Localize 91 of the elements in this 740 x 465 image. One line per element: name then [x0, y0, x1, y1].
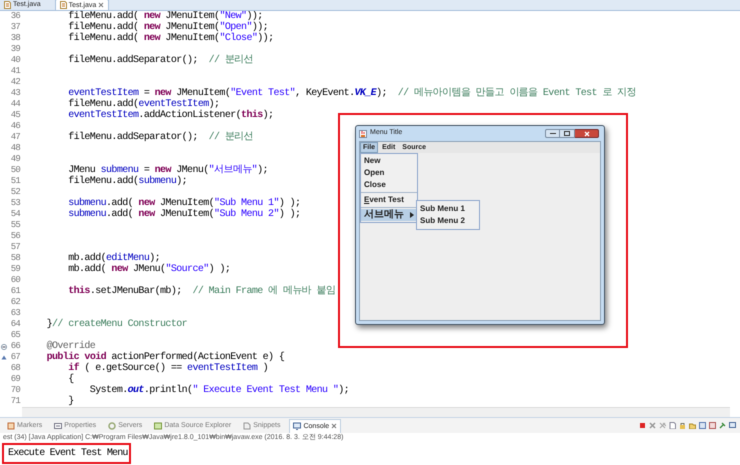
java-file-icon	[4, 0, 11, 8]
remove-icon[interactable]	[649, 422, 656, 429]
line-number: 71	[10, 394, 20, 407]
monitor-icon	[293, 422, 302, 430]
menu-item[interactable]: Sub Menu 2	[417, 215, 479, 227]
maximize-button[interactable]	[560, 129, 575, 138]
code-line: eventTestItem = new JMenuItem("Event Test", KeyEvent.VK_E); // 메뉴아이템을 만들고 이름을 Event Test 로 지정	[67, 88, 636, 99]
code-line: submenu.add( new JMenuItem("Sub Menu 2") );	[67, 209, 300, 220]
submenu-item[interactable]: 서브메뉴	[361, 209, 417, 221]
code-line: }// createMenu Constructor	[46, 319, 188, 330]
line-number: 51	[10, 174, 20, 188]
line-number: 36	[10, 11, 20, 23]
line-number: 56	[10, 230, 20, 243]
code-line: }	[67, 396, 74, 407]
properties-icon	[54, 422, 62, 430]
line-number: 39	[10, 42, 20, 56]
code-line: fileMenu.add(submenu);	[67, 176, 188, 187]
horizontal-scrollbar[interactable]	[22, 407, 730, 417]
close-icon[interactable]	[98, 2, 104, 8]
line-number: 50	[10, 164, 20, 177]
line-number: 68	[10, 362, 20, 375]
line-number: 45	[10, 108, 20, 122]
folder-icon[interactable]	[689, 422, 696, 429]
line-number: 44	[10, 98, 20, 111]
line-number: 47	[10, 130, 20, 144]
code-line: fileMenu.add( new JMenuItem("New"));	[67, 11, 263, 22]
lock-icon[interactable]	[679, 422, 686, 429]
line-number: 64	[10, 318, 20, 331]
line-number: 43	[10, 86, 20, 100]
line-number: 40	[10, 54, 20, 67]
line-number: 61	[10, 284, 20, 298]
line-number: 38	[10, 32, 20, 45]
line-number: 57	[10, 240, 20, 254]
pin-icon[interactable]	[719, 422, 726, 429]
java-file-icon	[60, 1, 67, 9]
close-icon[interactable]	[331, 423, 338, 429]
collapse-icon[interactable]	[1, 344, 7, 350]
line-number: 46	[10, 120, 20, 133]
code-line: {	[67, 374, 74, 385]
close-icon	[584, 130, 590, 136]
code-line: eventTestItem.addActionListener(this);	[67, 110, 274, 121]
code-line: fileMenu.add( new JMenuItem("Open"));	[67, 22, 268, 33]
document-icon[interactable]	[669, 422, 676, 429]
menu-item[interactable]: Close	[361, 179, 417, 191]
remove-all-icon[interactable]	[659, 422, 666, 429]
table-icon	[154, 422, 162, 430]
code-line: mb.add( new JMenu("Source") );	[67, 264, 230, 275]
line-number: 49	[10, 152, 20, 166]
code-line: fileMenu.add(eventTestItem);	[67, 99, 220, 110]
snippet-icon	[243, 422, 252, 430]
line-number: 54	[10, 208, 20, 221]
code-line: fileMenu.add( new JMenuItem("Close"));	[67, 33, 274, 44]
console-output: Execute Event Test Menu	[8, 447, 128, 461]
code-line: if ( e.getSource() == eventTestItem )	[67, 363, 268, 374]
code-line: fileMenu.addSeparator(); // 분리선	[67, 55, 254, 66]
code-line: public void actionPerformed(ActionEvent e) {	[46, 352, 284, 363]
triangle-icon	[410, 212, 414, 218]
line-number: 70	[10, 384, 20, 397]
servers-icon	[108, 422, 116, 430]
menu-item[interactable]: New	[361, 155, 417, 167]
stop-icon[interactable]	[639, 422, 646, 429]
line-number: 66	[10, 340, 20, 353]
line-number: 59	[10, 262, 20, 276]
code-line: fileMenu.addSeparator(); // 분리선	[67, 132, 254, 143]
close-button[interactable]	[575, 129, 599, 138]
line-number: 55	[10, 218, 20, 232]
line-number: 42	[10, 76, 20, 89]
code-line: @Override	[46, 341, 96, 352]
line-number: 41	[10, 64, 20, 78]
line-number: 67	[10, 350, 20, 364]
line-number: 48	[10, 142, 20, 155]
minimize-button[interactable]	[545, 129, 560, 138]
markers-icon	[7, 422, 15, 430]
line-number: 52	[10, 186, 20, 199]
line-number: 58	[10, 252, 20, 265]
code-line: mb.add(editMenu);	[67, 253, 160, 264]
monitor-icon[interactable]	[729, 422, 736, 429]
line-number: 53	[10, 196, 20, 210]
menu-item[interactable]: Event Test	[361, 194, 417, 206]
code-line: this.setJMenuBar(mb); // Main Frame 에 메뉴바 붙임	[67, 286, 336, 297]
code-line: System.out.println(" Execute Event Test Menu ");	[88, 385, 350, 396]
code-line: submenu.add( new JMenuItem("Sub Menu 1") );	[67, 198, 300, 209]
code-line: JMenu submenu = new JMenu("서브메뉴");	[67, 165, 268, 176]
line-number: 63	[10, 306, 20, 320]
line-number: 37	[10, 20, 20, 34]
line-number: 69	[10, 372, 20, 386]
menu-item[interactable]: Open	[361, 167, 417, 179]
line-number: 65	[10, 328, 20, 342]
line-number: 62	[10, 296, 20, 309]
menu-item[interactable]: Sub Menu 1	[417, 203, 479, 215]
line-number: 60	[10, 274, 20, 287]
